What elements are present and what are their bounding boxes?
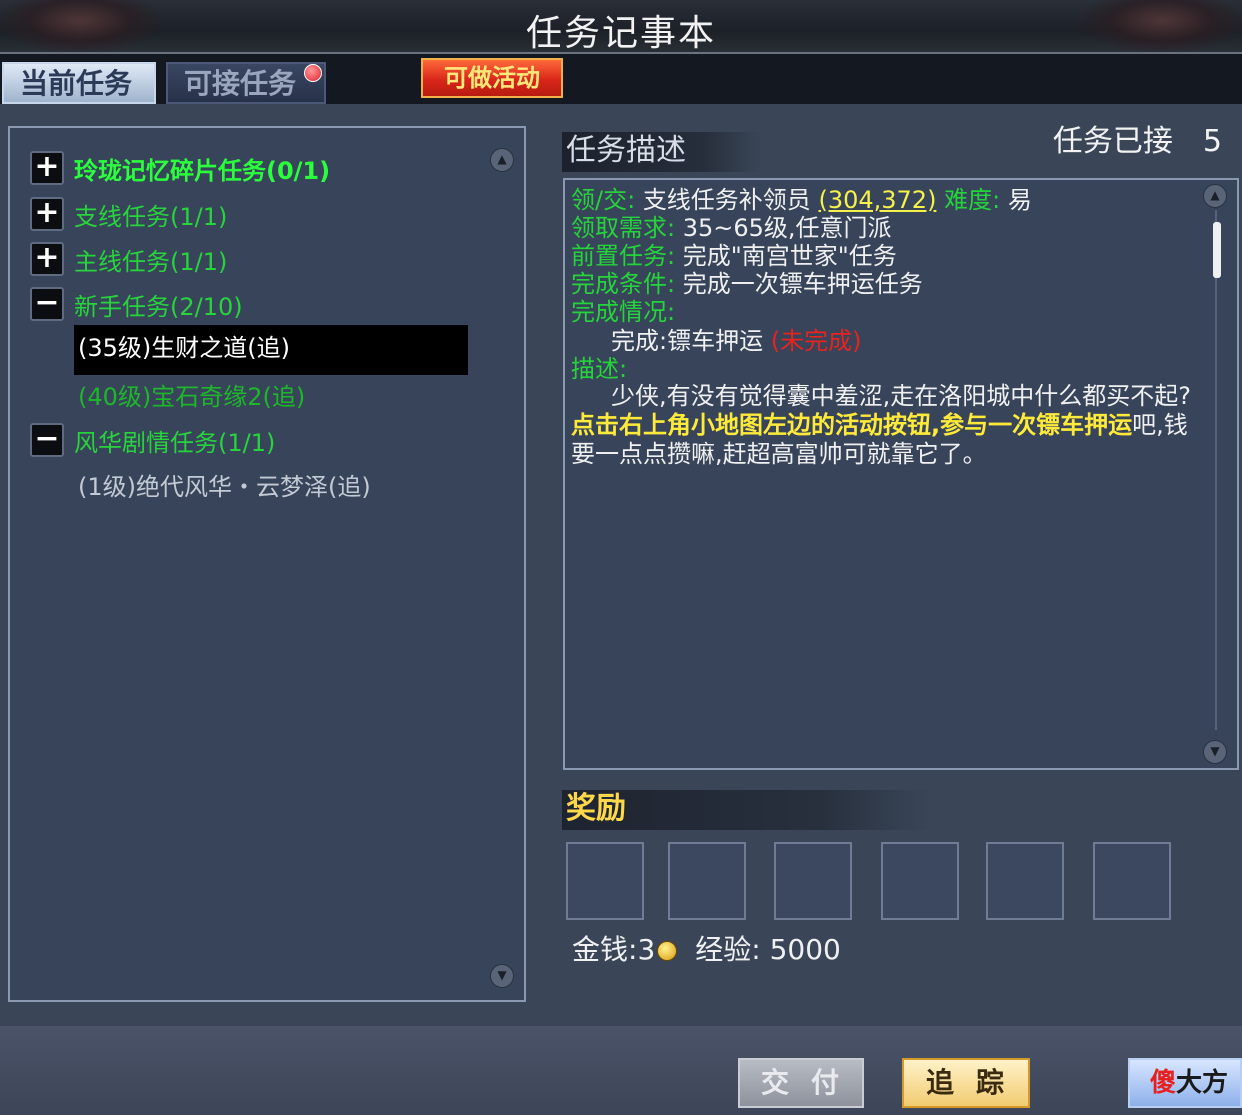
collapse-minus-icon[interactable]: − [30, 287, 64, 321]
reward-header: 奖励 [562, 790, 932, 830]
scroll-up-icon[interactable]: ▲ [1203, 184, 1227, 208]
prereq-line: 前置任务: 完成"南宫世家"任务 [571, 242, 897, 270]
reward-slot[interactable] [668, 842, 746, 920]
scroll-down-icon[interactable]: ▼ [1203, 740, 1227, 764]
expand-plus-icon[interactable]: + [30, 242, 64, 276]
track-button[interactable]: 追踪 [902, 1058, 1030, 1108]
giver-line: 领/交: 支线任务补领员 (304,372) 难度: 易 [571, 186, 1032, 214]
task-item[interactable]: (40级)宝石奇缘2(追) [74, 374, 305, 420]
activity-button[interactable]: 可做活动 [421, 58, 563, 98]
task-item[interactable]: (1级)绝代风华・云梦泽(追) [74, 464, 371, 510]
status-item-line: 完成:镖车押运 (未完成) [611, 327, 861, 355]
difficulty-label: 难度: [944, 186, 1001, 214]
collapse-minus-icon[interactable]: − [30, 423, 64, 457]
reward-slot[interactable] [1093, 842, 1171, 920]
status-state: (未完成) [770, 327, 862, 355]
tab-bar: 当前任务 可接任务 任务已接 5 [0, 54, 1242, 159]
submit-button[interactable]: 交付 [738, 1058, 864, 1108]
tree-group-newbie[interactable]: − 新手任务(2/10) [30, 284, 243, 324]
reward-title: 奖励 [566, 791, 626, 826]
scroll-thumb[interactable] [1213, 222, 1221, 278]
description-header: 任务描述 [562, 132, 762, 172]
tab-available-tasks[interactable]: 可接任务 [166, 62, 326, 104]
requirement-label: 领取需求: [571, 214, 676, 242]
tree-group-label: 支线任务(1/1) [74, 202, 228, 231]
description-panel: 领/交: 支线任务补领员 (304,372) 难度: 易 领取需求: 35~65… [563, 178, 1239, 770]
money-label: 金钱: [572, 933, 638, 966]
watermark: 傻大方 [1150, 1062, 1228, 1099]
reward-slot[interactable] [986, 842, 1064, 920]
tree-group-label: 风华剧情任务(1/1) [74, 428, 276, 457]
tree-group-linglong[interactable]: + 玲珑记忆碎片任务(0/1) [30, 148, 330, 188]
reward-slot[interactable] [774, 842, 852, 920]
prereq-label: 前置任务: [571, 242, 676, 270]
exp-value: 5000 [769, 933, 841, 966]
scroll-down-icon[interactable]: ▼ [490, 964, 514, 988]
accepted-count: 5 [1202, 124, 1222, 159]
status-item: 完成:镖车押运 [611, 327, 764, 355]
scroll-track[interactable] [1215, 210, 1217, 730]
status-label: 完成情况: [571, 298, 676, 326]
reward-values: 金钱:3 经验: 5000 [572, 928, 841, 968]
tree-group-main[interactable]: + 主线任务(1/1) [30, 239, 227, 279]
prereq-value: 完成"南宫世家"任务 [682, 242, 897, 270]
tree-group-fenghua[interactable]: − 风华剧情任务(1/1) [30, 420, 275, 460]
scroll-up-icon[interactable]: ▲ [490, 148, 514, 172]
tab-available-label: 可接任务 [184, 67, 297, 100]
giver-value: 支线任务补领员 [642, 186, 811, 214]
accepted-label: 任务已接 [1052, 124, 1173, 159]
gold-coin-icon [657, 941, 678, 961]
giver-label: 领/交: [571, 186, 636, 214]
tree-group-side[interactable]: + 支线任务(1/1) [30, 194, 227, 234]
exp-label: 经验: [695, 933, 761, 966]
tree-group-label: 主线任务(1/1) [74, 247, 228, 276]
watermark-part2: 大方 [1176, 1068, 1229, 1098]
expand-plus-icon[interactable]: + [30, 151, 64, 185]
condition-line: 完成条件: 完成一次镖车押运任务 [571, 270, 923, 298]
title-bar: 任务记事本 [0, 0, 1242, 54]
tab-current-tasks[interactable]: 当前任务 [2, 62, 156, 104]
tree-group-label: 新手任务(2/10) [74, 292, 243, 321]
description-text: 少侠,有没有觉得囊中羞涩,走在洛阳城中什么都买不起?点击右上角小地图左边的活动按… [571, 382, 1195, 469]
description-title: 任务描述 [566, 133, 686, 168]
difficulty-value: 易 [1007, 186, 1032, 214]
money-value: 3 [637, 933, 656, 966]
notification-dot-icon [304, 64, 322, 82]
requirement-value: 35~65级,任意门派 [682, 214, 892, 242]
window-title: 任务记事本 [525, 13, 716, 54]
task-item-selected[interactable]: (35级)生财之道(追) [74, 325, 468, 375]
watermark-part1: 傻 [1150, 1068, 1177, 1098]
reward-slot[interactable] [881, 842, 959, 920]
condition-value: 完成一次镖车押运任务 [682, 270, 923, 298]
desc-label: 描述: [571, 355, 628, 383]
desc-text-part1: 少侠,有没有觉得囊中羞涩,走在洛阳城中什么都买不起? [611, 382, 1191, 410]
status-line: 完成情况: [571, 298, 675, 326]
bottom-bar [0, 1026, 1242, 1115]
giver-coord-link[interactable]: (304,372) [818, 186, 936, 214]
tree-group-label: 玲珑记忆碎片任务(0/1) [74, 156, 331, 185]
requirement-line: 领取需求: 35~65级,任意门派 [571, 214, 892, 242]
expand-plus-icon[interactable]: + [30, 197, 64, 231]
task-tree-panel: + 玲珑记忆碎片任务(0/1) + 支线任务(1/1) + 主线任务(1/1) … [8, 126, 526, 1002]
desc-label-line: 描述: [571, 355, 627, 383]
reward-slot[interactable] [566, 842, 644, 920]
desc-highlight: 点击右上角小地图左边的活动按钮,参与一次镖车押运 [571, 411, 1133, 439]
condition-label: 完成条件: [571, 270, 676, 298]
accepted-counter: 任务已接 5 [1053, 116, 1222, 160]
